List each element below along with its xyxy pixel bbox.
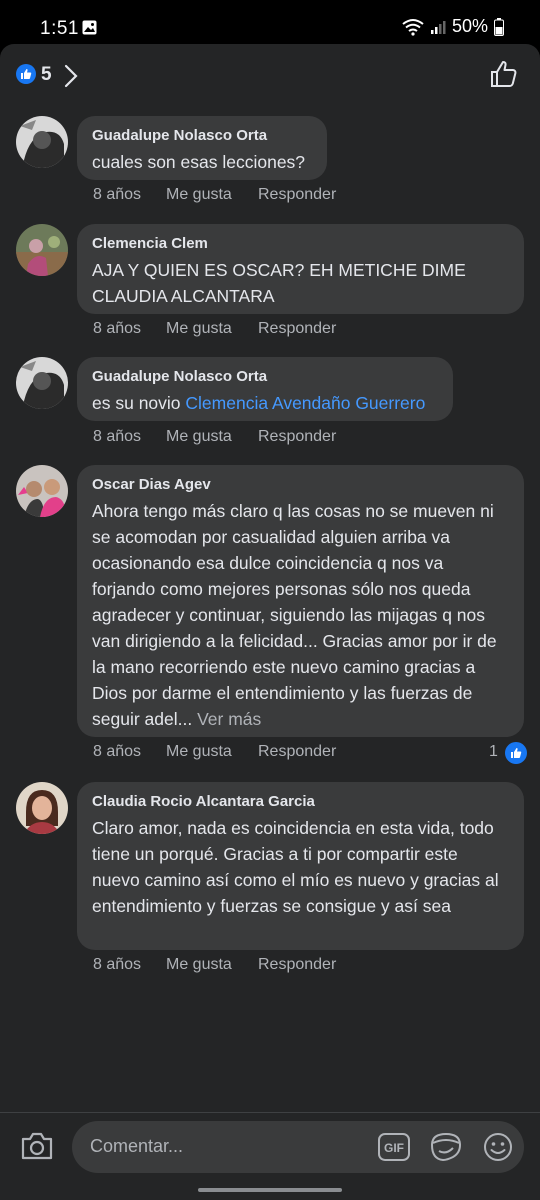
comment-author[interactable]: Clemencia Clem (92, 234, 509, 254)
comment-bubble[interactable]: Claudia Rocio Alcantara Garcia Claro amo… (77, 782, 524, 950)
see-more-link[interactable]: Ver más (197, 709, 261, 729)
reply-button[interactable]: Responder (258, 428, 336, 446)
comment-actions: 8 años Me gusta Responder (93, 186, 336, 204)
avatar[interactable] (16, 782, 68, 834)
comment-input-placeholder: Comentar... (90, 1136, 184, 1156)
comment-age: 8 años (93, 428, 142, 445)
comment-actions: 8 años Me gusta Responder (93, 320, 336, 338)
sheet-header: 5 (0, 44, 540, 106)
gif-label: GIF (384, 1141, 404, 1155)
battery-percent: 50% (451, 16, 488, 36)
avatar[interactable] (16, 357, 68, 409)
mention-link[interactable]: Clemencia Avendaño Guerrero (185, 393, 425, 413)
gif-icon[interactable]: GIF (377, 1131, 411, 1163)
like-button[interactable]: Me gusta (166, 320, 258, 338)
comment-bubble[interactable]: Guadalupe Nolasco Orta es su novio Cleme… (77, 357, 453, 421)
comment-age: 8 años (93, 186, 142, 203)
comments-sheet: 5 Guadalupe Nolasco Orta cuales son esas… (0, 44, 540, 1200)
like-reaction-icon[interactable] (16, 64, 36, 84)
comment-bubble[interactable]: Oscar Dias Agev Ahora tengo más claro q … (77, 465, 524, 737)
comment-text: es su novio Clemencia Avendaño Guerrero (92, 390, 438, 416)
like-button[interactable]: Me gusta (166, 956, 258, 974)
like-button[interactable]: Me gusta (166, 186, 258, 204)
comment-text: cuales son esas lecciones? (92, 152, 306, 172)
sticker-icon[interactable] (429, 1131, 463, 1163)
like-button[interactable]: Me gusta (166, 743, 258, 761)
comment-text-body: Ahora tengo más claro q las cosas no se … (92, 501, 497, 729)
avatar[interactable] (16, 224, 68, 276)
comment-text: Claro amor, nada es coincidencia en esta… (92, 818, 499, 916)
camera-icon[interactable] (20, 1131, 54, 1161)
reaction-count[interactable]: 5 (41, 64, 52, 86)
emoji-icon[interactable] (482, 1131, 514, 1163)
reply-button[interactable]: Responder (258, 743, 336, 761)
battery-icon (494, 17, 504, 36)
avatar[interactable] (16, 116, 68, 168)
screen: 1:51 50% 5 Guadalupe Nolasco Orta cuales… (0, 0, 540, 1200)
comment-text: Ahora tengo más claro q las cosas no se … (92, 498, 509, 732)
avatar[interactable] (16, 465, 68, 517)
reply-button[interactable]: Responder (258, 956, 336, 974)
status-icons: 50% (402, 16, 504, 37)
comment-author[interactable]: Oscar Dias Agev (92, 475, 509, 495)
comment-age: 8 años (93, 743, 142, 760)
comment-text-body: es su novio (92, 393, 186, 413)
reply-button[interactable]: Responder (258, 320, 336, 338)
comment-reaction-count[interactable]: 1 (489, 743, 498, 761)
gallery-notification-icon (82, 20, 97, 35)
comment-author[interactable]: Guadalupe Nolasco Orta (92, 367, 438, 387)
comment-input[interactable]: Comentar... GIF (72, 1121, 524, 1173)
comment-actions: 8 años Me gusta Responder (93, 743, 336, 761)
comment-actions: 8 años Me gusta Responder (93, 956, 336, 974)
comment-bubble[interactable]: Clemencia Clem AJA Y QUIEN ES OSCAR? EH … (77, 224, 524, 314)
comment-bubble[interactable]: Guadalupe Nolasco Orta cuales son esas l… (77, 116, 327, 180)
comment-composer: Comentar... GIF (0, 1112, 540, 1200)
status-time: 1:51 (40, 18, 79, 39)
home-indicator[interactable] (198, 1188, 342, 1192)
reply-button[interactable]: Responder (258, 186, 336, 204)
status-bar: 1:51 50% (0, 0, 540, 44)
comment-text: AJA Y QUIEN ES OSCAR? EH METICHE DIME CL… (92, 260, 466, 306)
signal-icon (430, 20, 446, 34)
like-post-icon[interactable] (490, 60, 518, 88)
comment-age: 8 años (93, 956, 142, 973)
comment-age: 8 años (93, 320, 142, 337)
comment-author[interactable]: Claudia Rocio Alcantara Garcia (92, 792, 509, 812)
chevron-right-icon[interactable] (64, 64, 78, 88)
like-reaction-icon[interactable] (503, 740, 529, 766)
like-button[interactable]: Me gusta (166, 428, 258, 446)
comment-actions: 8 años Me gusta Responder (93, 428, 336, 446)
wifi-icon (402, 18, 424, 36)
comment-author[interactable]: Guadalupe Nolasco Orta (92, 126, 312, 146)
